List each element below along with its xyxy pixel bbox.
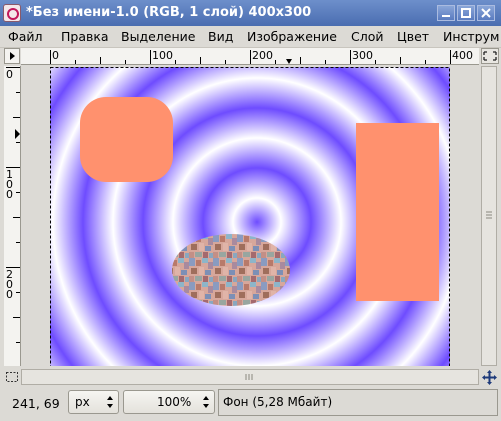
hruler-tick-label: 300 xyxy=(352,49,373,62)
vertical-scrollbar[interactable] xyxy=(481,66,497,366)
menu-colors[interactable]: Цвет xyxy=(397,29,429,44)
horizontal-ruler-ticks: 0 100 200 300 400 xyxy=(50,49,473,64)
scrollbar-grip-icon xyxy=(245,374,253,380)
minimize-icon xyxy=(442,15,450,17)
menu-layer[interactable]: Слой xyxy=(351,29,384,44)
minimize-button[interactable] xyxy=(437,5,455,21)
gimp-icon xyxy=(3,4,21,22)
image-menu-button[interactable] xyxy=(4,48,20,64)
titlebar[interactable]: *Без имени-1.0 (RGB, 1 слой) 400x300 xyxy=(0,0,501,26)
maximize-icon xyxy=(461,8,471,18)
vertical-ruler-ticks: 0 1 0 0 2 0 0 xyxy=(6,67,20,343)
image-window: *Без имени-1.0 (RGB, 1 слой) 400x300 Фай… xyxy=(0,0,501,421)
vruler-tick-label: 0 xyxy=(6,288,13,301)
pointer-marker-icon xyxy=(15,129,20,139)
canvas-viewport[interactable] xyxy=(21,66,479,366)
horizontal-ruler[interactable]: 0 100 200 300 400 xyxy=(21,48,479,65)
navigate-button[interactable] xyxy=(481,369,498,386)
menu-image[interactable]: Изображение xyxy=(247,29,337,44)
menubar: Файл Правка Выделение Вид Изображение Сл… xyxy=(0,26,501,48)
scrollbar-grip-icon xyxy=(486,211,492,219)
salmon-rounded-rect xyxy=(80,97,173,182)
quickmask-toggle[interactable] xyxy=(4,369,20,385)
pointer-marker-icon xyxy=(286,59,292,64)
navigate-icon xyxy=(482,370,497,385)
close-icon xyxy=(481,8,491,18)
menu-tools[interactable]: Инструм xyxy=(443,29,499,44)
hruler-tick-label: 100 xyxy=(152,49,173,62)
layer-info: Фон (5,28 Мбайт) xyxy=(223,395,333,409)
status-message-field: Фон (5,28 Мбайт) xyxy=(218,389,498,416)
unit-combo[interactable]: px xyxy=(68,390,119,414)
hruler-tick-label: 200 xyxy=(252,49,273,62)
quickmask-icon xyxy=(6,372,18,382)
vruler-tick-label: 0 xyxy=(6,188,13,201)
menu-view[interactable]: Вид xyxy=(208,29,233,44)
pointer-coordinates: 241, 69 xyxy=(12,396,60,411)
combo-arrows-icon xyxy=(203,396,209,408)
hruler-tick-label: 0 xyxy=(52,49,59,62)
menu-file[interactable]: Файл xyxy=(8,29,43,44)
zoom-combo[interactable]: 100% xyxy=(123,390,215,414)
window-title: *Без имени-1.0 (RGB, 1 слой) 400x300 xyxy=(26,5,312,20)
menu-select[interactable]: Выделение xyxy=(121,29,195,44)
zoom-to-window-button[interactable] xyxy=(481,48,499,64)
close-button[interactable] xyxy=(477,5,495,21)
zoom-value: 100% xyxy=(157,395,192,409)
mosaic-ellipse xyxy=(172,234,290,306)
combo-arrows-icon xyxy=(107,396,113,408)
zoom-fit-icon xyxy=(483,51,497,61)
hruler-tick-label: 400 xyxy=(452,49,473,62)
vertical-ruler[interactable]: 0 1 0 0 2 0 0 xyxy=(4,66,21,366)
menu-edit[interactable]: Правка xyxy=(61,29,109,44)
unit-value: px xyxy=(75,395,90,409)
image-menu-arrow-icon xyxy=(10,52,15,60)
horizontal-scrollbar[interactable] xyxy=(21,369,479,385)
maximize-button[interactable] xyxy=(457,5,475,21)
salmon-rect xyxy=(356,123,439,301)
vruler-tick-label: 0 xyxy=(6,68,13,81)
image-canvas[interactable] xyxy=(21,66,479,366)
